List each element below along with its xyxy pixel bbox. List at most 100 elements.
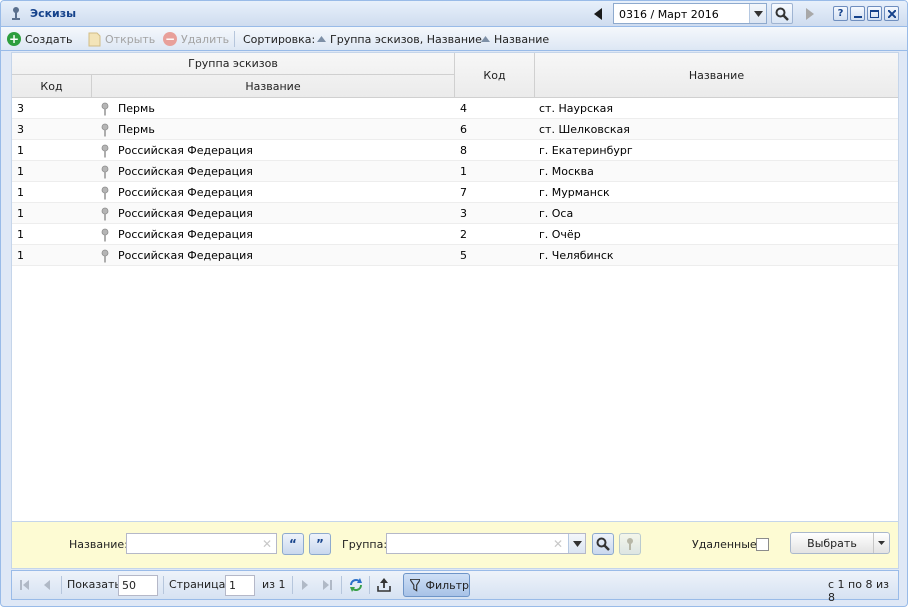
next-page-icon[interactable] xyxy=(296,576,314,594)
page-number-input[interactable]: 1 xyxy=(225,575,255,596)
group-name-cell: Пермь xyxy=(100,119,155,140)
group-name-cell: Российская Федерация xyxy=(100,224,253,245)
page-label: Страница xyxy=(169,578,226,591)
table-row[interactable]: 1 Российская Федерация 1 г. Москва xyxy=(12,161,898,182)
help-button[interactable]: ? xyxy=(833,6,848,21)
paging-separator xyxy=(61,576,62,594)
add-icon: + xyxy=(7,32,21,46)
pin-icon xyxy=(101,123,109,136)
clear-icon[interactable]: ✕ xyxy=(262,537,272,551)
pin-icon xyxy=(101,186,109,199)
sort-name-label: Название xyxy=(494,32,550,46)
name-filter-label: Название: xyxy=(69,538,128,551)
delete-button[interactable]: − Удалить xyxy=(163,31,229,47)
create-button[interactable]: + Создать xyxy=(7,31,73,47)
sketches-grid: Группа эскизов Код Название Код Название… xyxy=(11,52,899,522)
open-quote-button[interactable]: “ xyxy=(282,533,304,555)
group-code-cell: 3 xyxy=(17,102,24,115)
name-cell: г. Мурманск xyxy=(539,186,610,199)
toolbar: + Создать Открыть − Удалить Сортировка: … xyxy=(1,27,907,51)
group-filter-combo[interactable]: ✕ xyxy=(386,533,586,554)
pin-icon xyxy=(12,7,20,20)
arrow-left-icon xyxy=(594,7,602,20)
code-cell: 6 xyxy=(460,123,467,136)
minimize-button[interactable] xyxy=(850,6,865,21)
chevron-down-icon[interactable] xyxy=(873,533,889,553)
paging-separator xyxy=(292,576,293,594)
filter-toggle-button[interactable]: Фильтр xyxy=(403,573,470,597)
name-cell: ст. Наурская xyxy=(539,102,614,115)
table-row[interactable]: 3 Пермь 6 ст. Шелковская xyxy=(12,119,898,140)
search-icon xyxy=(775,7,789,21)
group-code-column-header[interactable]: Код xyxy=(12,75,92,97)
page-size-label: Показать xyxy=(67,578,121,591)
period-search-button[interactable] xyxy=(771,3,793,24)
grid-header: Группа эскизов Код Название Код Название xyxy=(12,53,898,98)
name-cell: г. Челябинск xyxy=(539,249,614,262)
group-search-button[interactable] xyxy=(592,533,614,555)
code-column-header[interactable]: Код xyxy=(455,53,535,97)
table-row[interactable]: 1 Российская Федерация 7 г. Мурманск xyxy=(12,182,898,203)
first-page-icon[interactable] xyxy=(16,576,34,594)
group-code-cell: 1 xyxy=(17,207,24,220)
page-size-input[interactable]: 50 xyxy=(118,575,158,596)
delete-label: Удалить xyxy=(181,32,230,46)
title-bar: Эскизы 0316 / Март 2016 ? xyxy=(1,1,907,27)
grid-rows: 3 Пермь 4 ст. Наурская 3 Пермь 6 ст. Шелковская… xyxy=(12,98,898,266)
code-cell: 2 xyxy=(460,228,467,241)
pin-icon xyxy=(101,165,109,178)
previous-period-button[interactable] xyxy=(587,3,609,24)
pin-icon xyxy=(101,102,109,115)
document-icon xyxy=(88,32,101,46)
table-row[interactable]: 1 Российская Федерация 5 г. Челябинск xyxy=(12,245,898,266)
deleted-filter-label: Удаленные: xyxy=(692,538,761,551)
search-icon xyxy=(596,537,610,551)
chevron-down-icon[interactable] xyxy=(749,4,766,23)
next-period-button[interactable] xyxy=(799,3,821,24)
previous-page-icon[interactable] xyxy=(38,576,56,594)
code-cell: 7 xyxy=(460,186,467,199)
pin-icon xyxy=(101,207,109,220)
group-name-cell: Российская Федерация xyxy=(100,182,253,203)
select-button[interactable]: Выбрать xyxy=(790,532,890,554)
last-page-icon[interactable] xyxy=(318,576,336,594)
table-row[interactable]: 3 Пермь 4 ст. Наурская xyxy=(12,98,898,119)
code-cell: 3 xyxy=(460,207,467,220)
group-name-column-header[interactable]: Название xyxy=(92,75,455,97)
period-combo[interactable]: 0316 / Март 2016 xyxy=(613,3,767,24)
sort-ascending-icon xyxy=(317,36,326,42)
name-filter-input[interactable]: ✕ xyxy=(126,533,277,554)
chevron-down-icon[interactable] xyxy=(568,534,585,553)
page-count-label: из 1 xyxy=(262,578,286,591)
paging-toolbar: Показать 50 Страница 1 из 1 Фильтр с 1 п… xyxy=(11,570,899,604)
maximize-icon xyxy=(870,9,879,18)
sort-by-group-button[interactable]: Группа эскизов, Название xyxy=(317,31,482,47)
maximize-button[interactable] xyxy=(867,6,882,21)
refresh-icon[interactable] xyxy=(347,576,365,594)
open-label: Открыть xyxy=(105,32,156,46)
minimize-icon xyxy=(853,15,862,18)
clear-icon[interactable]: ✕ xyxy=(553,537,563,551)
help-icon: ? xyxy=(837,8,844,19)
table-row[interactable]: 1 Российская Федерация 2 г. Очёр xyxy=(12,224,898,245)
pin-icon xyxy=(627,538,633,550)
code-cell: 1 xyxy=(460,165,467,178)
group-pin-button[interactable] xyxy=(619,533,641,555)
group-code-cell: 1 xyxy=(17,228,24,241)
export-icon[interactable] xyxy=(375,576,393,594)
paging-separator xyxy=(341,576,342,594)
deleted-checkbox[interactable] xyxy=(756,538,769,551)
name-column-header[interactable]: Название xyxy=(535,53,898,97)
pin-icon xyxy=(101,144,109,157)
sort-by-name-button[interactable]: Название xyxy=(481,31,549,47)
name-cell: г. Оса xyxy=(539,207,574,220)
open-button[interactable]: Открыть xyxy=(88,31,155,47)
code-cell: 5 xyxy=(460,249,467,262)
close-button[interactable] xyxy=(884,6,899,21)
table-row[interactable]: 1 Российская Федерация 3 г. Оса xyxy=(12,203,898,224)
group-code-cell: 1 xyxy=(17,249,24,262)
close-quote-button[interactable]: ” xyxy=(309,533,331,555)
table-row[interactable]: 1 Российская Федерация 8 г. Екатеринбург xyxy=(12,140,898,161)
group-name-cell: Российская Федерация xyxy=(100,161,253,182)
close-icon xyxy=(887,9,896,18)
